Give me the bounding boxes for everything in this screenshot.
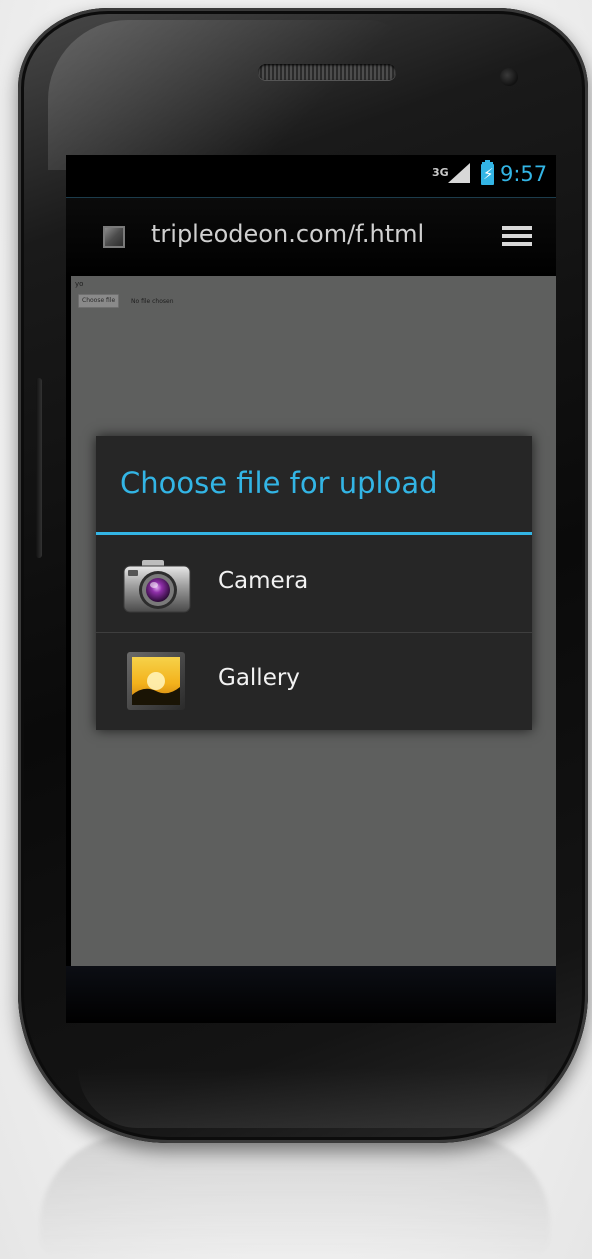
charging-bolt-icon: ⚡ <box>483 165 494 183</box>
option-gallery-label: Gallery <box>218 665 300 691</box>
option-gallery[interactable]: Gallery <box>96 633 532 729</box>
option-camera-label: Camera <box>218 568 309 594</box>
device-reflection <box>40 1135 550 1259</box>
device-glare <box>48 20 408 170</box>
gallery-icon <box>127 652 185 710</box>
network-type: 3G <box>432 166 449 179</box>
earpiece-speaker <box>258 64 396 80</box>
url-text[interactable]: tripleodeon.com/f.html <box>151 220 424 248</box>
status-bar: 3G ⚡ 9:57 <box>66 155 556 197</box>
site-favicon-icon <box>103 226 125 248</box>
volume-rocker <box>36 378 42 558</box>
page-text: yo <box>75 280 84 288</box>
browser-url-bar[interactable]: tripleodeon.com/f.html <box>66 197 556 277</box>
battery-charging-icon: ⚡ <box>481 160 494 185</box>
option-camera[interactable]: Camera <box>96 536 532 632</box>
camera-icon <box>123 560 191 613</box>
status-clock: 9:57 <box>500 162 548 186</box>
cell-signal-icon <box>448 163 470 183</box>
tabs-stack-icon[interactable] <box>502 226 536 252</box>
dialog-title: Choose file for upload <box>120 466 438 500</box>
device-chin <box>78 1068 548 1128</box>
front-camera-lens <box>500 68 518 86</box>
dialog-title-divider <box>96 532 532 535</box>
file-status-text: No file chosen <box>131 298 174 305</box>
choose-file-button[interactable]: Choose file <box>78 294 120 308</box>
navigation-bar <box>66 966 556 1023</box>
file-chooser-dialog: Choose file for upload Camera Gallery <box>96 436 532 730</box>
